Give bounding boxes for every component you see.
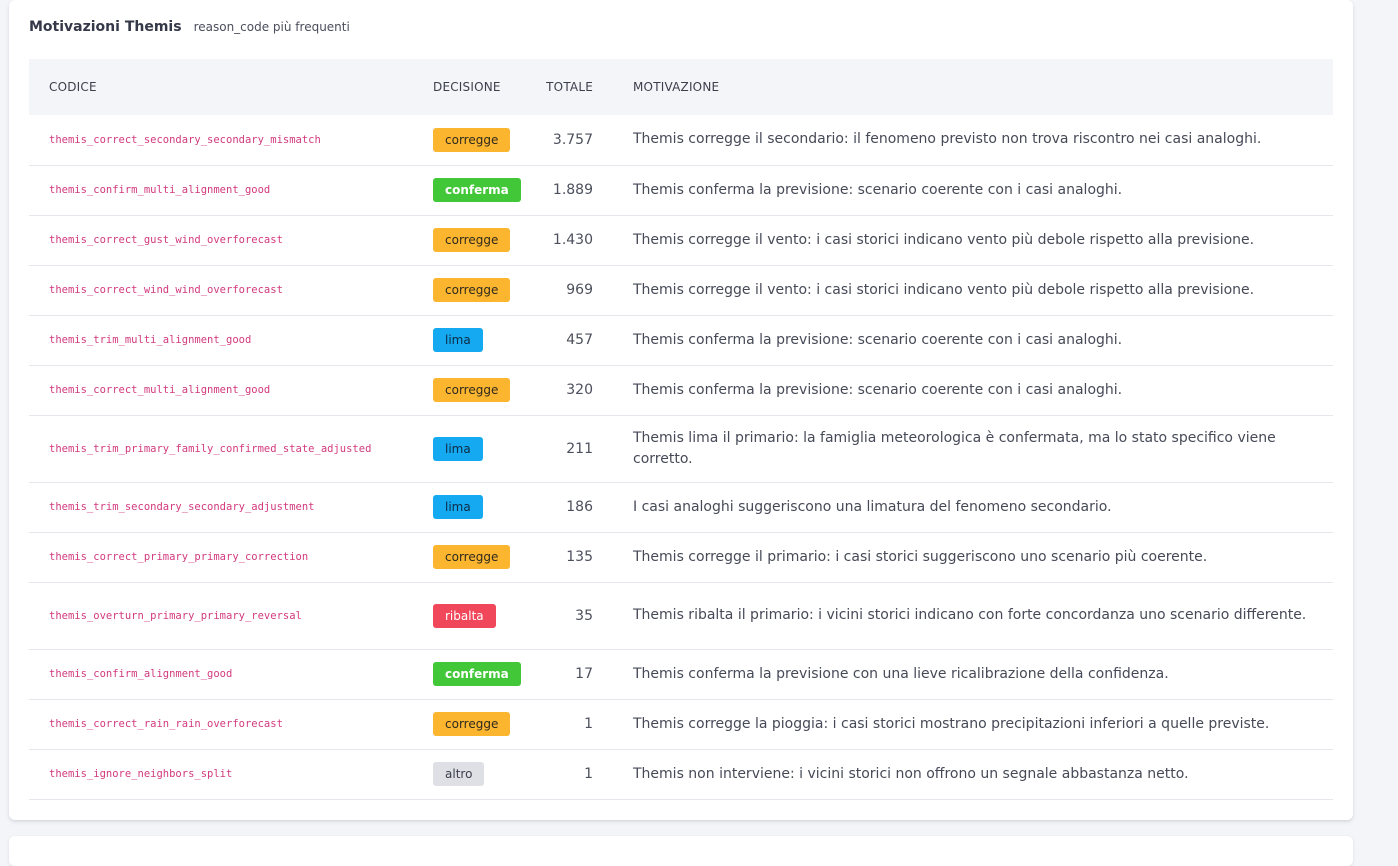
reason-cell: Themis corregge il primario: i casi stor…: [613, 532, 1333, 583]
decision-cell: lima: [413, 415, 517, 483]
reason-code-cell: themis_trim_primary_family_confirmed_sta…: [29, 415, 413, 483]
total-cell: 1: [517, 699, 613, 750]
total-cell: 1.889: [517, 165, 613, 216]
reason-cell: Themis corregge il vento: i casi storici…: [613, 215, 1333, 266]
panel-header: Motivazioni Themis reason_code più frequ…: [29, 19, 350, 39]
decision-cell: corregge: [413, 699, 517, 750]
reason-cell: Themis non interviene: i vicini storici …: [613, 749, 1333, 800]
decision-badge: corregge: [433, 127, 511, 152]
reason-code-cell: themis_correct_wind_wind_overforecast: [29, 265, 413, 316]
table-row: themis_correct_primary_primary_correctio…: [29, 532, 1333, 583]
reason-code-cell: themis_correct_primary_primary_correctio…: [29, 532, 413, 583]
reason-code-cell: themis_correct_multi_alignment_good: [29, 365, 413, 416]
decision-badge: lima: [433, 495, 483, 519]
total-cell: 135: [517, 532, 613, 583]
decision-badge: altro: [433, 762, 485, 786]
reason-cell: Themis corregge il secondario: il fenome…: [613, 115, 1333, 166]
reason-codes-table: CODICE DECISIONE TOTALE MOTIVAZIONE them…: [29, 59, 1333, 800]
total-cell: 211: [517, 415, 613, 483]
reason-cell: Themis conferma la previsione: scenario …: [613, 165, 1333, 216]
reason-code-cell: themis_ignore_neighbors_split: [29, 749, 413, 800]
table-row: themis_confirm_multi_alignment_good confe…: [29, 165, 1333, 216]
decision-cell: lima: [413, 315, 517, 366]
table-row: themis_overturn_primary_primary_reversal…: [29, 582, 1333, 650]
decision-cell: corregge: [413, 115, 517, 166]
column-header-reason[interactable]: MOTIVAZIONE: [613, 59, 1333, 115]
reason-cell: Themis lima il primario: la famiglia met…: [613, 415, 1333, 483]
column-header-decision[interactable]: DECISIONE: [413, 59, 517, 115]
table-row: themis_trim_secondary_secondary_adjustme…: [29, 482, 1333, 533]
total-cell: 186: [517, 482, 613, 533]
total-cell: 1: [517, 749, 613, 800]
reason-cell: Themis corregge la pioggia: i casi stori…: [613, 699, 1333, 750]
reason-cell: Themis ribalta il primario: i vicini sto…: [613, 582, 1333, 650]
next-panel: [9, 836, 1353, 866]
reason-codes-panel: Motivazioni Themis reason_code più frequ…: [9, 0, 1353, 820]
reason-cell: Themis conferma la previsione: scenario …: [613, 315, 1333, 366]
column-header-total[interactable]: TOTALE: [517, 59, 613, 115]
decision-badge: conferma: [433, 662, 521, 686]
panel-subtitle: reason_code più frequenti: [193, 20, 350, 34]
reason-code-cell: themis_correct_rain_rain_overforecast: [29, 699, 413, 750]
decision-cell: corregge: [413, 265, 517, 316]
decision-cell: ribalta: [413, 582, 517, 650]
decision-badge: corregge: [433, 228, 511, 252]
total-cell: 969: [517, 265, 613, 316]
decision-badge: corregge: [433, 545, 511, 569]
total-cell: 3.757: [517, 115, 613, 166]
column-header-code[interactable]: CODICE: [29, 59, 413, 115]
decision-badge: ribalta: [433, 603, 496, 628]
decision-badge: conferma: [433, 178, 521, 202]
table-row: themis_ignore_neighbors_split altro 1 Themi…: [29, 749, 1333, 800]
total-cell: 17: [517, 649, 613, 700]
decision-badge: lima: [433, 328, 483, 352]
table-row: themis_correct_wind_wind_overforecast cor…: [29, 265, 1333, 316]
decision-badge: corregge: [433, 278, 511, 302]
reason-cell: Themis conferma la previsione con una li…: [613, 649, 1333, 700]
reason-code-cell: themis_overturn_primary_primary_reversal: [29, 582, 413, 650]
decision-badge: corregge: [433, 712, 511, 736]
decision-cell: corregge: [413, 365, 517, 416]
total-cell: 457: [517, 315, 613, 366]
table-row: themis_confirm_alignment_good conferma 17 T…: [29, 649, 1333, 700]
table-row: themis_correct_rain_rain_overforecast cor…: [29, 699, 1333, 750]
decision-cell: conferma: [413, 649, 521, 700]
panel-title: Motivazioni Themis: [29, 19, 182, 35]
decision-badge: lima: [433, 436, 483, 461]
reason-cell: I casi analoghi suggeriscono una limatur…: [613, 482, 1333, 533]
decision-cell: lima: [413, 482, 517, 533]
reason-cell: Themis corregge il vento: i casi storici…: [613, 265, 1333, 316]
total-cell: 35: [517, 582, 613, 650]
table-row: themis_correct_gust_wind_overforecast cor…: [29, 215, 1333, 266]
table-row: themis_correct_secondary_secondary_misma…: [29, 115, 1333, 166]
reason-code-cell: themis_trim_secondary_secondary_adjustme…: [29, 482, 413, 533]
decision-badge: corregge: [433, 378, 511, 402]
total-cell: 1.430: [517, 215, 613, 266]
decision-cell: corregge: [413, 215, 517, 266]
reason-code-cell: themis_confirm_alignment_good: [29, 649, 413, 700]
reason-code-cell: themis_correct_gust_wind_overforecast: [29, 215, 413, 266]
reason-code-cell: themis_confirm_multi_alignment_good: [29, 165, 413, 216]
total-cell: 320: [517, 365, 613, 416]
reason-code-cell: themis_trim_multi_alignment_good: [29, 315, 413, 366]
table-header: CODICE DECISIONE TOTALE MOTIVAZIONE: [29, 59, 1333, 115]
decision-cell: conferma: [413, 165, 521, 216]
reason-code-cell: themis_correct_secondary_secondary_misma…: [29, 115, 413, 166]
table-row: themis_trim_multi_alignment_good lima 457 T…: [29, 315, 1333, 366]
decision-cell: altro: [413, 749, 517, 800]
reason-cell: Themis conferma la previsione: scenario …: [613, 365, 1333, 416]
table-body: themis_correct_secondary_secondary_misma…: [29, 115, 1333, 800]
table-row: themis_correct_multi_alignment_good corre…: [29, 365, 1333, 416]
decision-cell: corregge: [413, 532, 517, 583]
table-row: themis_trim_primary_family_confirmed_sta…: [29, 415, 1333, 483]
